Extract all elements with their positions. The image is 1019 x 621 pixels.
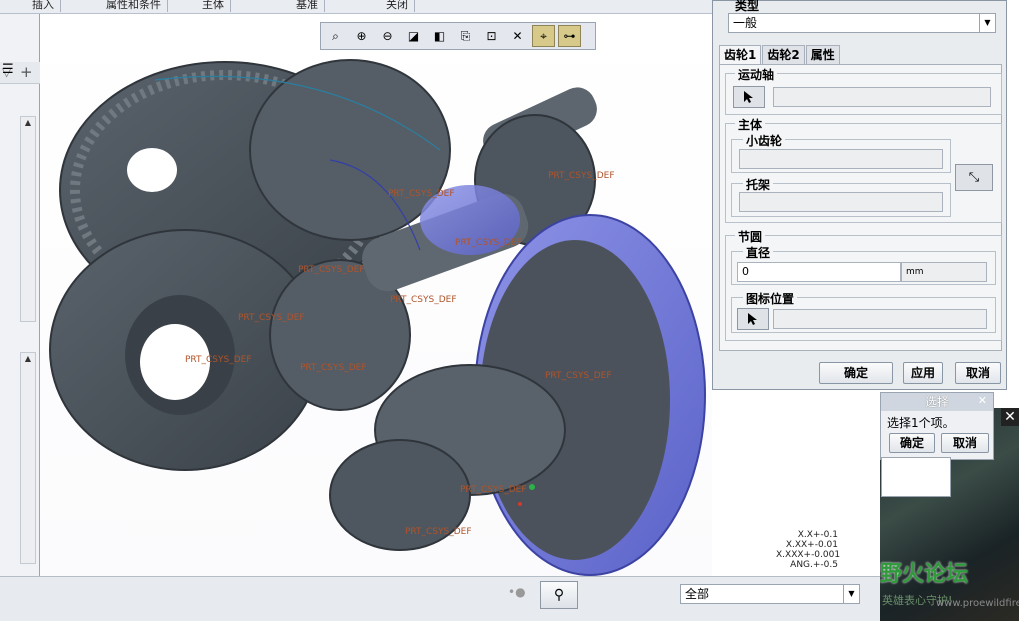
tree-scrollbar-bottom[interactable]: ▲ [20,352,36,564]
select-dialog-title: 选择 [881,393,993,411]
tab-gear1[interactable]: 齿轮1 [719,45,762,64]
csys-label: PRT_CSYS_DEF [238,313,305,323]
binoculars-icon: ⚲ [553,587,565,603]
find-button[interactable]: ⚲ [540,581,578,609]
swap-arrows-icon: ⤡ [968,170,980,185]
carrier-field[interactable] [739,192,943,212]
model-tree-panel: ▽ + ☰ ▲ ▲ [0,14,40,576]
tolerance-line: X.XXX+-0.001 [776,550,841,560]
axis-marker-red [518,502,522,506]
diameter-unit: mm [901,262,987,282]
axis-marker-green [529,484,535,490]
tolerance-notes: X.X+-0.1 X.XX+-0.01 X.XXX+-0.001 ANG.+-0… [776,530,841,570]
tolerance-line: ANG.+-0.5 [790,560,838,570]
datum-display-icon[interactable]: ✕ [506,25,529,47]
gear-assembly-model[interactable]: PRT_CSYS_DEF PRT_CSYS_DEF PRT_CSYS_DEF P… [0,14,712,576]
watermark-url: www.proewildfire.cn [936,598,1019,609]
refit-icon[interactable]: ◪ [402,25,425,47]
close-icon[interactable]: ✕ [978,394,987,407]
csys-label: PRT_CSYS_DEF [390,295,457,305]
motion-axis-label: 运动轴 [735,66,778,83]
apply-button[interactable]: 应用 [903,362,943,384]
status-bar: •● ⚲ 全部 ▼ [0,576,880,621]
pinion-label: 小齿轮 [743,132,786,149]
tree-scrollbar-top[interactable]: ▲ [20,116,36,322]
cancel-button[interactable]: 取消 [955,362,1001,384]
tolerance-line: X.XX+-0.01 [785,540,838,550]
tolerance-line: X.X+-0.1 [797,530,838,540]
select-dialog: 选择 ✕ 选择1个项。 确定 取消 [880,392,994,497]
type-select-value: 一般 [733,16,758,30]
carrier-label: 托架 [743,176,774,193]
select-list-area [881,457,951,497]
status-light-icon: •● [508,585,526,599]
pitch-circle-label: 节圆 [735,228,766,245]
graphics-viewport[interactable]: PRT_CSYS_DEF PRT_CSYS_DEF PRT_CSYS_DEF P… [0,14,712,576]
saved-views-icon[interactable]: ⎘ [454,25,477,47]
icon-position-select-button[interactable] [737,308,769,330]
select-cancel-button[interactable]: 取消 [941,433,989,453]
watermark-logo: 野火论坛 [880,562,969,587]
close-icon[interactable]: ✕ [1001,408,1019,426]
ribbon-tab-close[interactable]: 关闭 [380,0,415,12]
cursor-arrow-icon [748,313,757,325]
annotation-display-icon[interactable]: ⊶ [558,25,581,47]
view-toolbar: ⌕ ⊕ ⊖ ◪ ◧ ⎘ ⊡ ✕ ⌖ ⊶ [320,22,596,50]
csys-label: PRT_CSYS_DEF [460,485,527,495]
csys-label: PRT_CSYS_DEF [185,355,252,365]
ribbon-tab-insert[interactable]: 插入 [26,0,61,12]
csys-label: PRT_CSYS_DEF [548,171,615,181]
tab-gear2[interactable]: 齿轮2 [762,45,805,64]
cursor-arrow-icon [744,91,753,103]
icon-position-label: 图标位置 [743,290,798,307]
add-icon[interactable]: + [20,63,33,81]
housing-disk [249,59,451,241]
display-style-icon[interactable]: ◧ [428,25,451,47]
select-ok-button[interactable]: 确定 [889,433,935,453]
filter-select-value: 全部 [685,587,710,601]
selection-filter-select[interactable]: 全部 ▼ [680,584,860,604]
perspective-icon[interactable]: ⊡ [480,25,503,47]
tab-properties[interactable]: 属性 [805,45,840,64]
csys-label: PRT_CSYS_DEF [405,527,472,537]
ok-button[interactable]: 确定 [819,362,893,384]
type-label: 类型 [735,0,760,13]
ribbon-tab-properties[interactable]: 属性和条件 [100,0,168,12]
diameter-input[interactable]: 0 [737,262,901,282]
icon-position-field[interactable] [773,309,987,329]
ribbon-tab-body[interactable]: 主体 [196,0,231,12]
type-select[interactable]: 一般 ▼ [728,13,996,33]
ribbon-tab-datum[interactable]: 基准 [290,0,325,12]
gear-hole [127,148,177,192]
motion-axis-field[interactable] [773,87,991,107]
spin-center-icon[interactable]: ⌖ [532,25,555,47]
csys-label: PRT_CSYS_DEF [298,265,365,275]
dialog-tabs: 齿轮1 齿轮2 属性 [719,45,841,64]
csys-label: PRT_CSYS_DEF [300,363,367,373]
zoom-window-icon[interactable]: ⌕ [324,25,347,47]
chevron-down-icon[interactable]: ▼ [979,14,995,32]
csys-label: PRT_CSYS_DEF [388,189,455,199]
zoom-out-icon[interactable]: ⊖ [376,25,399,47]
csys-label: PRT_CSYS_DEF [545,371,612,381]
body-label: 主体 [735,116,766,133]
select-dialog-message: 选择1个项。 [887,416,955,430]
diameter-label: 直径 [743,244,774,261]
csys-label: PRT_CSYS_DEF [455,238,522,248]
chevron-down-icon[interactable]: ▼ [843,585,859,603]
ribbon: 插入 属性和条件 主体 基准 关闭 [0,0,712,14]
pinion-field[interactable] [739,149,943,169]
swap-body-button[interactable]: ⤡ [955,164,993,191]
gear-pair-dialog: 类型 一般 ▼ 齿轮1 齿轮2 属性 运动轴 主体 小齿轮 托架 ⤡ 节圆 直径… [712,0,1007,390]
zoom-in-icon[interactable]: ⊕ [350,25,373,47]
settings-list-icon[interactable]: ☰ [2,62,14,77]
motion-axis-select-button[interactable] [733,86,765,108]
